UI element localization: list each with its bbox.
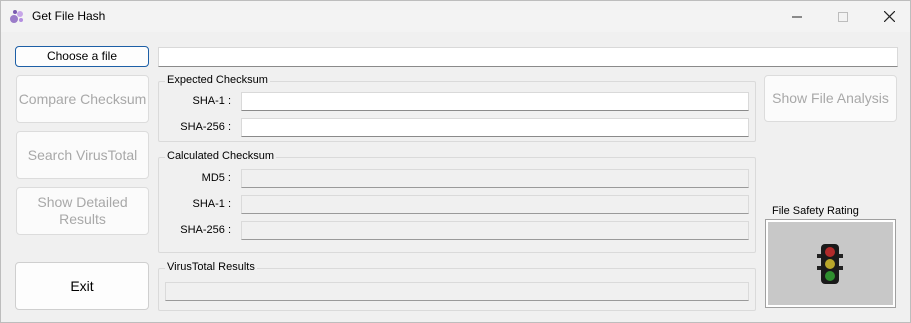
file-path-field[interactable] [158,47,898,67]
close-button[interactable] [866,1,911,32]
compare-checksum-button[interactable]: Compare Checksum [16,75,149,123]
file-safety-rating-box [765,219,896,308]
calculated-md5-field [241,169,749,188]
file-safety-rating-label: File Safety Rating [772,205,859,217]
calculated-sha256-field [241,221,749,240]
close-icon [883,11,895,22]
calculated-md5-label: MD5 : [201,172,231,184]
show-file-analysis-button[interactable]: Show File Analysis [764,75,897,122]
minimize-button[interactable] [774,1,820,32]
window-title: Get File Hash [32,9,106,23]
expected-sha1-label: SHA-1 : [192,95,231,107]
calculated-sha1-field [241,195,749,214]
minimize-icon [792,16,802,17]
app-icon [10,10,23,23]
get-file-hash-window: Get File Hash Choose a file Compare Chec… [0,0,911,323]
maximize-button[interactable] [820,1,866,32]
group-title: Calculated Checksum [165,150,276,162]
expected-sha256-label: SHA-256 : [180,121,231,133]
choose-file-button[interactable]: Choose a file [15,46,149,67]
show-detailed-results-button[interactable]: Show Detailed Results [16,187,149,235]
virustotal-results-field [165,282,749,301]
expected-sha1-field[interactable] [241,92,749,111]
traffic-light-icon [817,244,843,284]
group-title: VirusTotal Results [165,261,257,273]
title-bar: Get File Hash [1,1,910,32]
calculated-sha256-label: SHA-256 : [180,224,231,236]
exit-button[interactable]: Exit [15,262,149,310]
calculated-sha1-label: SHA-1 : [192,198,231,210]
expected-sha256-field[interactable] [241,118,749,137]
group-title: Expected Checksum [165,74,270,86]
search-virustotal-button[interactable]: Search VirusTotal [16,131,149,179]
maximize-icon [838,11,848,22]
